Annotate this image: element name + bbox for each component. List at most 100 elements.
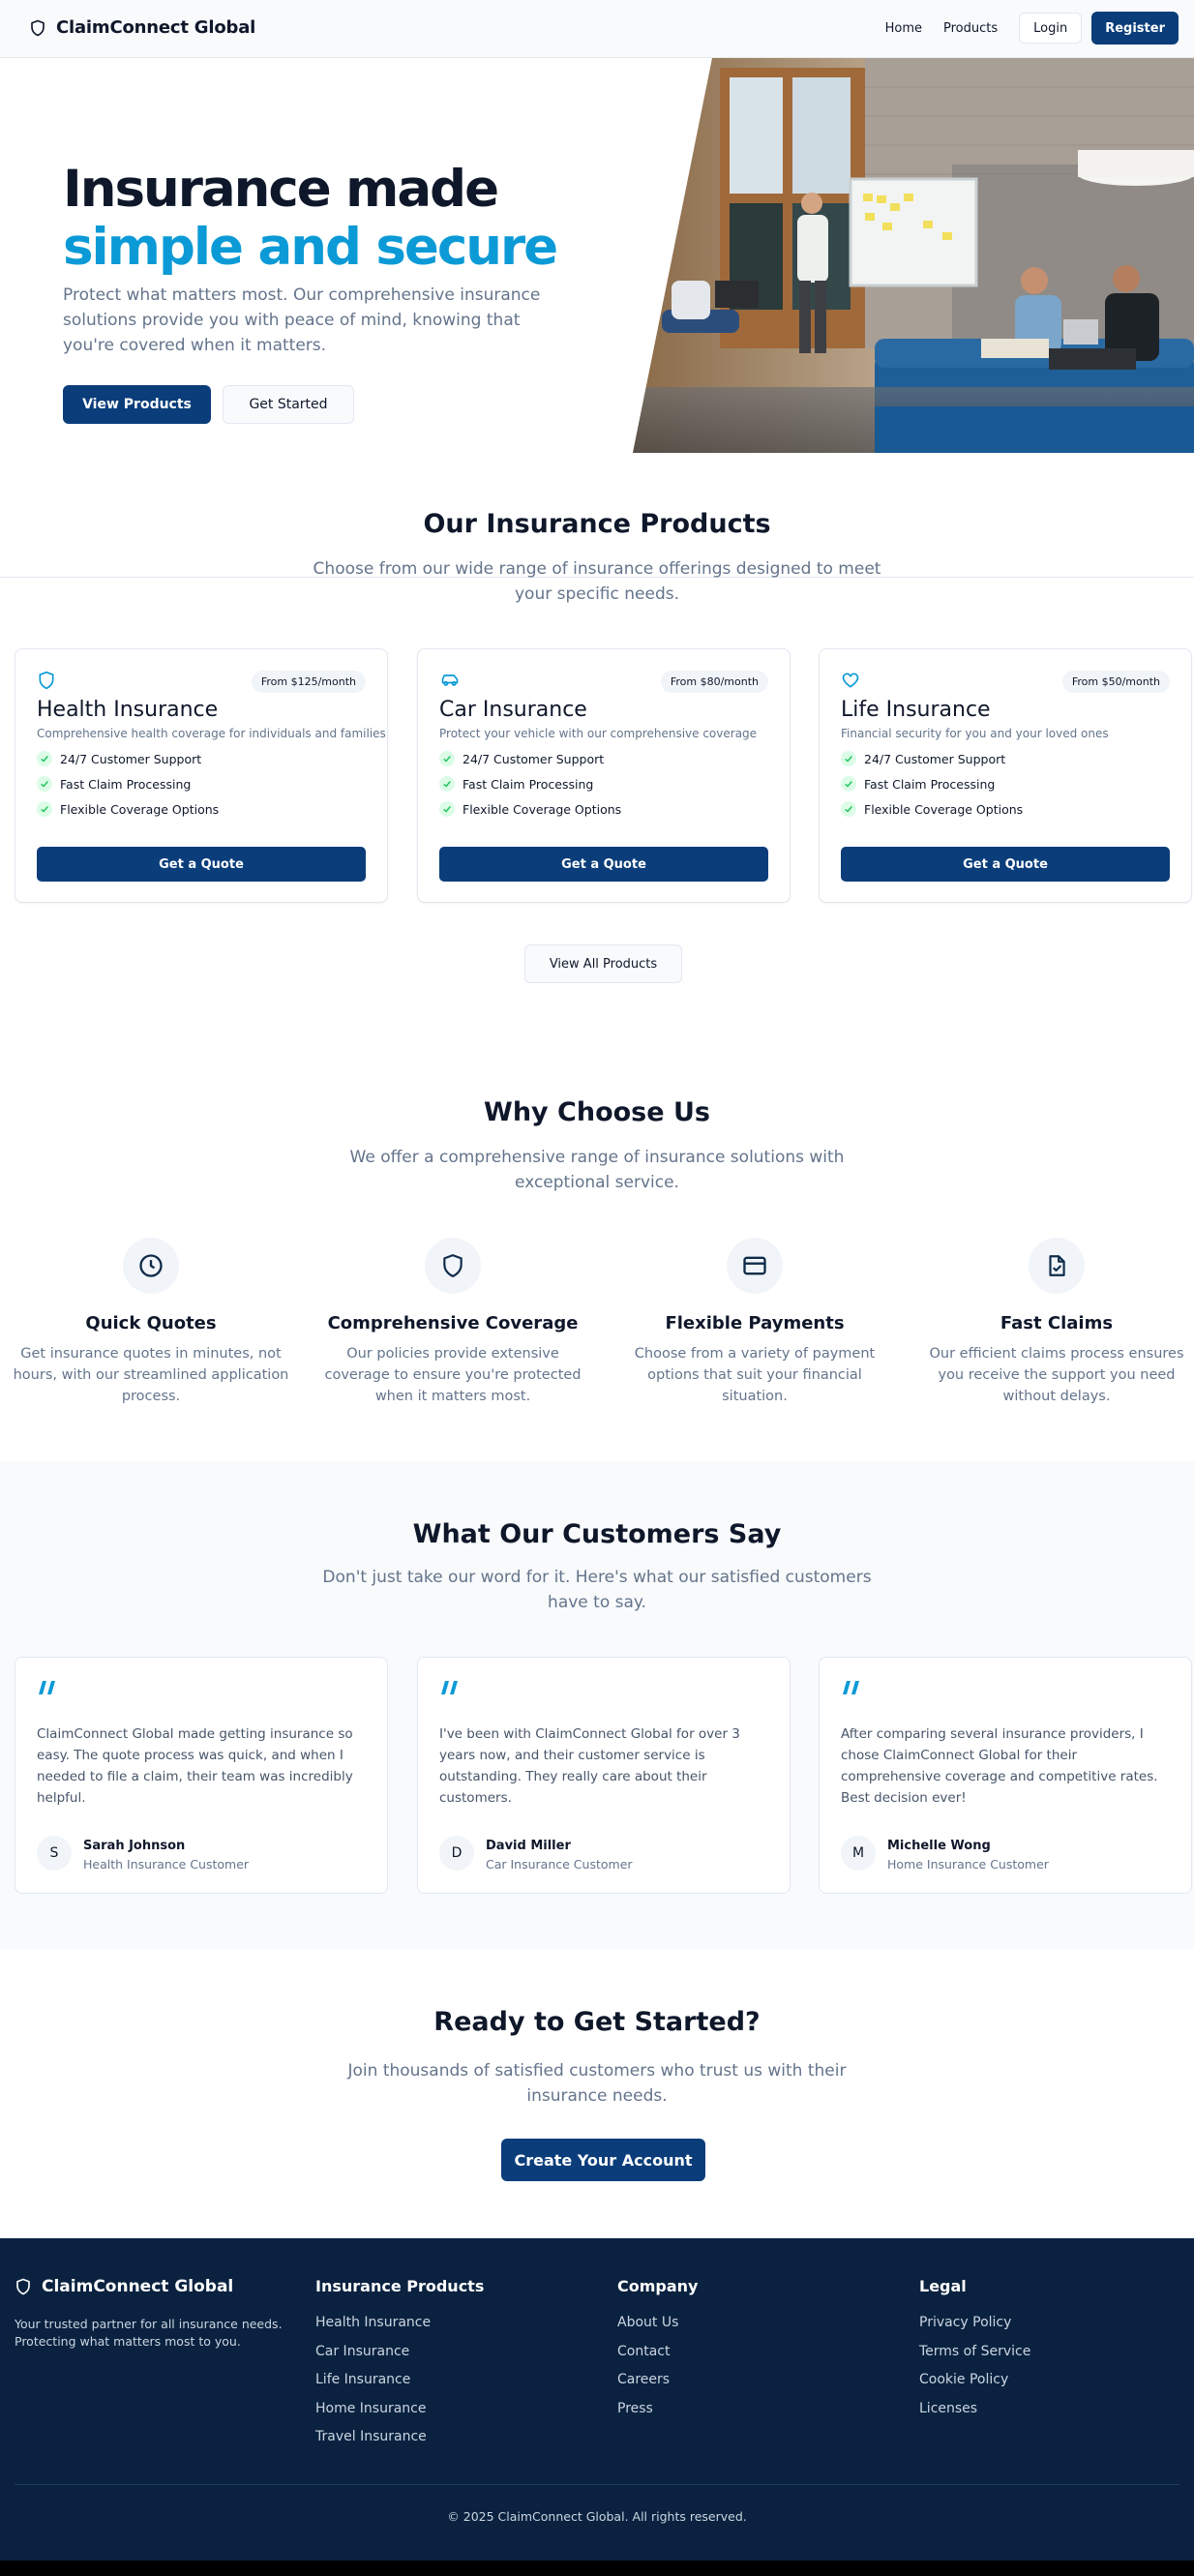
footer-divider <box>15 2484 1179 2485</box>
quote-icon <box>441 1681 459 1696</box>
feature-item: 24/7 Customer Support <box>37 751 201 766</box>
footer-link[interactable]: Life Insurance <box>315 2372 484 2401</box>
footer-link[interactable]: Contact <box>617 2344 698 2373</box>
feature-comprehensive-coverage: Comprehensive Coverage Our policies prov… <box>308 1238 598 1407</box>
why-section-subtitle: We offer a comprehensive range of insura… <box>349 1148 845 1192</box>
feature-label: Flexible Coverage Options <box>864 801 1024 817</box>
shield-icon <box>37 671 56 690</box>
product-card-health: From $125/month Health Insurance Compreh… <box>15 648 388 903</box>
footer-link[interactable]: About Us <box>617 2315 698 2344</box>
price-badge: From $125/month <box>251 671 366 693</box>
testimonial-text: After comparing several insurance provid… <box>841 1726 1158 1806</box>
feature-item: Fast Claim Processing <box>841 776 995 792</box>
feature-title: Quick Quotes <box>85 1313 217 1333</box>
site-footer: ClaimConnect Global Your trusted partner… <box>0 2238 1194 2561</box>
feature-description: Our policies provide extensive coverage … <box>324 1346 582 1404</box>
product-title: Health Insurance <box>37 698 219 722</box>
feature-description: Get insurance quotes in minutes, not hou… <box>13 1346 289 1404</box>
customer-role: Health Insurance Customer <box>83 1857 250 1872</box>
copyright-text: © 2025 ClaimConnect Global. All rights r… <box>447 2509 747 2524</box>
footer-link[interactable]: Press <box>617 2401 698 2430</box>
avatar: M <box>841 1836 876 1871</box>
feature-label: Flexible Coverage Options <box>463 801 622 817</box>
footer-link[interactable]: Home Insurance <box>315 2401 484 2430</box>
footer-brand[interactable]: ClaimConnect Global <box>15 2277 233 2296</box>
footer-column-company: Company About Us Contact Careers Press <box>617 2277 698 2429</box>
customer-role: Home Insurance Customer <box>887 1857 1049 1872</box>
footer-link[interactable]: Privacy Policy <box>919 2315 1030 2344</box>
feature-item: Flexible Coverage Options <box>439 801 621 817</box>
main-nav: Home Products Login Register <box>885 12 1179 45</box>
avatar: D <box>439 1836 474 1871</box>
footer-link[interactable]: Car Insurance <box>315 2344 484 2373</box>
feature-title: Flexible Payments <box>665 1313 845 1333</box>
get-quote-button[interactable]: Get a Quote <box>439 847 768 882</box>
register-button[interactable]: Register <box>1091 12 1179 45</box>
nav-home-link[interactable]: Home <box>885 21 922 36</box>
feature-label: 24/7 Customer Support <box>463 751 605 766</box>
heart-icon <box>841 671 860 690</box>
shield-icon <box>425 1238 481 1294</box>
customer-name: David Miller <box>486 1839 571 1853</box>
get-quote-button[interactable]: Get a Quote <box>37 847 366 882</box>
get-started-button[interactable]: Get Started <box>223 385 354 424</box>
price-badge: From $80/month <box>660 671 768 693</box>
brand-name: ClaimConnect Global <box>56 17 256 38</box>
testimonial-text: I've been with ClaimConnect Global for o… <box>439 1726 740 1806</box>
view-all-products-button[interactable]: View All Products <box>524 944 682 983</box>
site-header: ClaimConnect Global Home Products Login … <box>0 0 1194 58</box>
footer-link[interactable]: Careers <box>617 2372 698 2401</box>
products-section-title: Our Insurance Products <box>423 509 771 539</box>
feature-label: Fast Claim Processing <box>864 776 996 792</box>
avatar: S <box>37 1836 72 1871</box>
footer-column-title: Company <box>617 2277 699 2295</box>
hero-title: Insurance made simple and secure <box>63 160 558 277</box>
nav-products-link[interactable]: Products <box>943 21 998 36</box>
hero-title-line2: simple and secure <box>63 218 558 277</box>
feature-title: Comprehensive Coverage <box>327 1313 579 1333</box>
login-button[interactable]: Login <box>1019 13 1083 44</box>
customer-name: Michelle Wong <box>887 1839 991 1853</box>
testimonial-card: After comparing several insurance provid… <box>819 1657 1192 1894</box>
feature-fast-claims: Fast Claims Our efficient claims process… <box>911 1238 1194 1407</box>
testimonial-text: ClaimConnect Global made getting insuran… <box>37 1726 353 1806</box>
quote-icon <box>843 1681 860 1696</box>
hero-office-photo <box>633 58 1194 453</box>
clock-icon <box>123 1238 179 1294</box>
check-icon <box>37 801 52 817</box>
check-icon <box>841 776 856 792</box>
feature-item: 24/7 Customer Support <box>439 751 604 766</box>
footer-link[interactable]: Licenses <box>919 2401 1030 2430</box>
customer-role: Car Insurance Customer <box>486 1857 633 1872</box>
feature-item: Fast Claim Processing <box>37 776 191 792</box>
footer-link[interactable]: Cookie Policy <box>919 2372 1030 2401</box>
testimonials-section-subtitle: Don't just take our word for it. Here's … <box>322 1568 872 1612</box>
check-icon <box>439 776 455 792</box>
hero-title-line1: Insurance made <box>63 160 499 219</box>
file-check-icon <box>1029 1238 1085 1294</box>
feature-item: Flexible Coverage Options <box>841 801 1023 817</box>
product-description: Financial security for you and your love… <box>841 727 1109 740</box>
create-account-button[interactable]: Create Your Account <box>501 2139 705 2181</box>
feature-description: Our efficient claims process ensures you… <box>929 1346 1184 1404</box>
footer-link[interactable]: Terms of Service <box>919 2344 1030 2373</box>
get-quote-button[interactable]: Get a Quote <box>841 847 1170 882</box>
products-section-subtitle: Choose from our wide range of insurance … <box>313 559 881 604</box>
shield-icon <box>15 2277 32 2296</box>
check-icon <box>439 801 455 817</box>
feature-label: 24/7 Customer Support <box>864 751 1006 766</box>
check-icon <box>841 801 856 817</box>
product-card-life: From $50/month Life Insurance Financial … <box>819 648 1192 903</box>
view-products-button[interactable]: View Products <box>63 385 211 424</box>
footer-link[interactable]: Travel Insurance <box>315 2429 484 2458</box>
footer-link[interactable]: Health Insurance <box>315 2315 484 2344</box>
shield-icon <box>29 18 46 38</box>
hero-section: Insurance made simple and secure Protect… <box>0 58 1194 453</box>
brand-logo[interactable]: ClaimConnect Global <box>29 17 255 38</box>
footer-column-title: Legal <box>919 2277 967 2295</box>
check-icon <box>841 751 856 766</box>
testimonials-section-title: What Our Customers Say <box>412 1519 782 1549</box>
product-card-car: From $80/month Car Insurance Protect you… <box>417 648 791 903</box>
testimonial-card: I've been with ClaimConnect Global for o… <box>417 1657 791 1894</box>
page-bottom-strip <box>0 2561 1194 2576</box>
